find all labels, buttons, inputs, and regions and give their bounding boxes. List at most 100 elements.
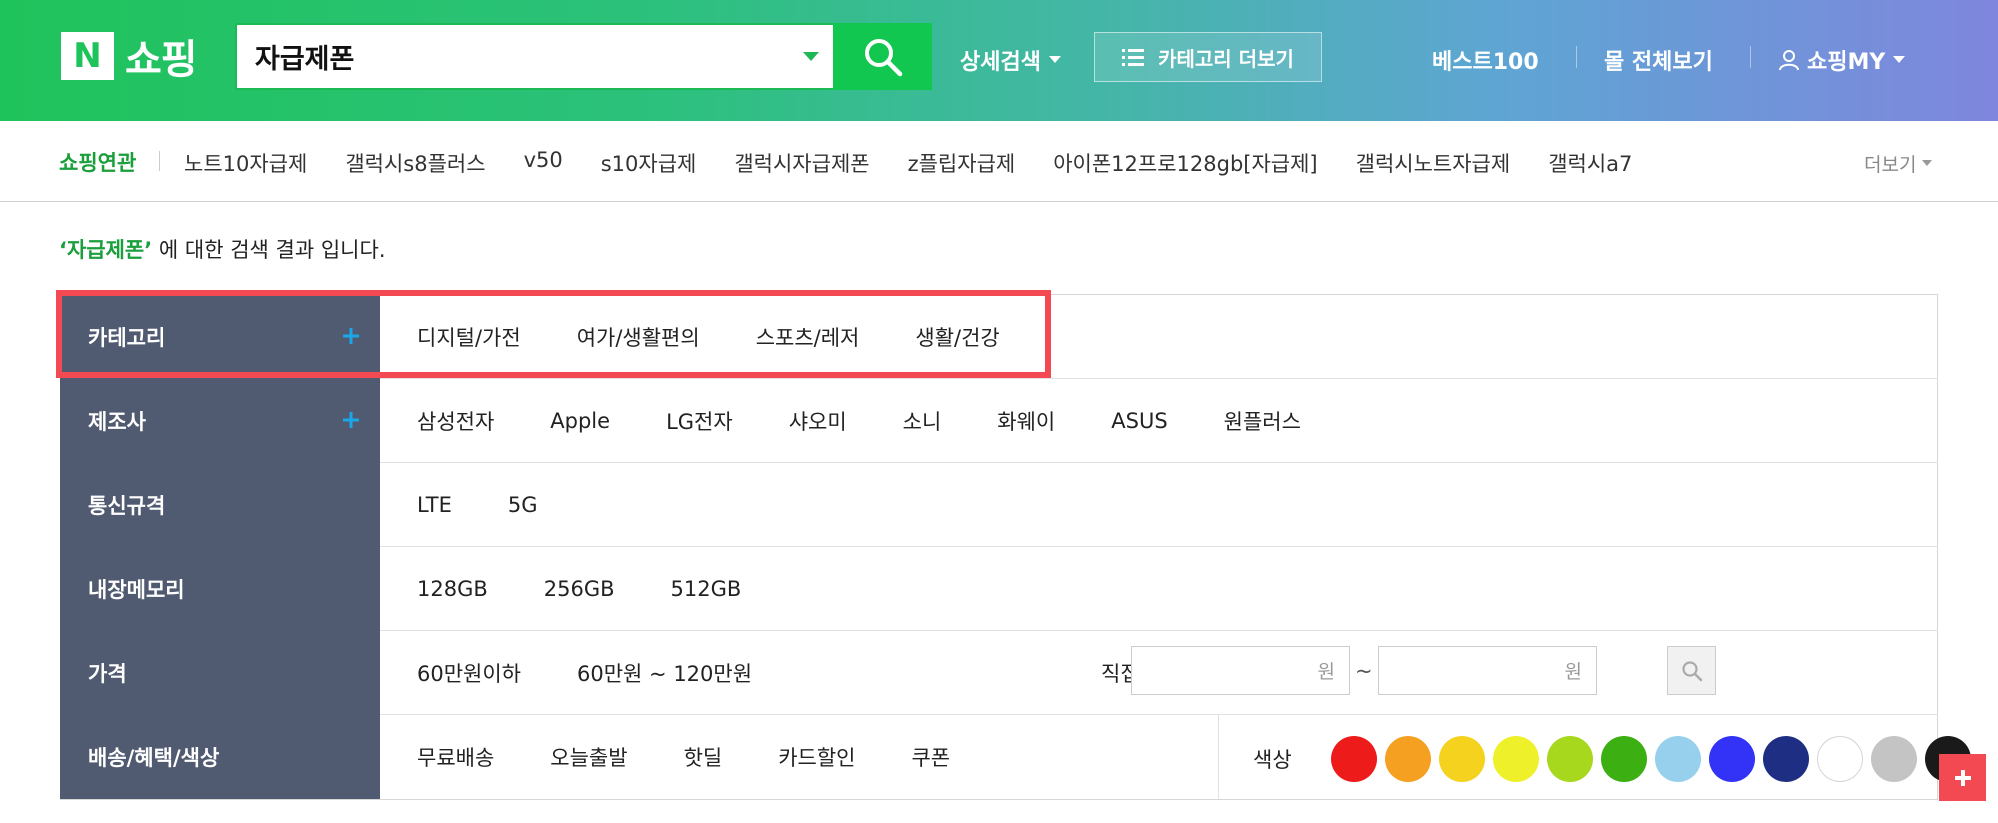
color-filter: 색상 <box>1218 715 1971 799</box>
filter-label-text: 가격 <box>88 662 127 686</box>
related-keyword[interactable]: 갤럭시s8플러스 <box>345 148 485 178</box>
filter-option[interactable]: LTE <box>417 493 452 517</box>
related-keywords-bar: 쇼핑연관 노트10자급제 갤럭시s8플러스 v50 s10자급제 갤럭시자급제폰… <box>0 121 1998 202</box>
filter-option[interactable]: 5G <box>508 493 538 517</box>
filter-option[interactable]: 디지털/가전 <box>417 322 521 352</box>
user-icon <box>1779 50 1799 71</box>
plus-icon[interactable] <box>336 321 366 351</box>
filter-option[interactable]: 쿠폰 <box>911 742 950 772</box>
filter-option[interactable]: 핫딜 <box>684 742 723 772</box>
price-max-input[interactable]: 원 <box>1378 646 1597 695</box>
divider <box>1576 46 1577 68</box>
color-swatch-green[interactable] <box>1601 736 1647 782</box>
filter-row-maker: 제조사 삼성전자 Apple LG전자 샤오미 소니 화웨이 ASUS 원플러스 <box>60 379 1938 463</box>
filter-label-text: 통신규격 <box>88 494 166 518</box>
filter-option[interactable]: LG전자 <box>666 406 733 436</box>
color-swatch-navy[interactable] <box>1763 736 1809 782</box>
advanced-search-link[interactable]: 상세검색 <box>960 44 1061 76</box>
chevron-down-icon[interactable] <box>796 45 826 69</box>
filter-option[interactable]: 512GB <box>671 577 742 601</box>
divider <box>159 151 160 171</box>
filter-options: 무료배송 오늘출발 핫딜 카드할인 쿠폰 <box>380 715 1006 799</box>
search-input[interactable] <box>255 25 795 88</box>
price-unit: 원 <box>1317 661 1335 683</box>
related-keyword[interactable]: 갤럭시자급제폰 <box>734 148 869 178</box>
color-swatch-lime[interactable] <box>1547 736 1593 782</box>
filter-option[interactable]: 카드할인 <box>778 742 855 772</box>
filter-option[interactable]: 화웨이 <box>997 406 1055 436</box>
related-title: 쇼핑연관 <box>59 151 137 175</box>
price-search-button[interactable] <box>1667 646 1716 695</box>
related-more-button[interactable]: 더보기 <box>1864 150 1933 177</box>
filter-option[interactable]: 스포츠/레저 <box>756 322 860 352</box>
filter-option[interactable]: 60만원이하 <box>417 658 521 688</box>
my-shopping-label: 쇼핑MY <box>1807 50 1886 75</box>
filter-label-network: 통신규격 <box>60 463 380 547</box>
filter-option[interactable]: 생활/건강 <box>915 322 999 352</box>
color-swatch-orange[interactable] <box>1385 736 1431 782</box>
filter-option[interactable]: 60만원 ~ 120만원 <box>577 658 752 688</box>
category-more-button[interactable]: 카테고리 더보기 <box>1094 32 1322 82</box>
all-malls-link[interactable]: 몰 전체보기 <box>1604 44 1713 76</box>
related-keyword[interactable]: s10자급제 <box>601 148 697 178</box>
naver-logo-icon: N <box>61 32 114 80</box>
filter-row-category: 카테고리 디지털/가전 여가/생활편의 스포츠/레저 생활/건강 <box>60 295 1938 379</box>
related-keyword[interactable]: 노트10자급제 <box>184 148 307 178</box>
filter-row-delivery: 배송/혜택/색상 무료배송 오늘출발 핫딜 카드할인 쿠폰 색상 <box>60 715 1971 799</box>
related-keyword-list: 노트10자급제 갤럭시s8플러스 v50 s10자급제 갤럭시자급제폰 z플립자… <box>184 148 1670 178</box>
related-keyword[interactable]: 아이폰12프로128gb[자급제] <box>1053 148 1317 178</box>
divider <box>1750 46 1751 68</box>
filter-option[interactable]: ASUS <box>1111 409 1167 433</box>
color-swatch-blue[interactable] <box>1709 736 1755 782</box>
related-keyword[interactable]: v50 <box>524 148 563 178</box>
search-result-text: ‘자급제폰’ 에 대한 검색 결과 입니다. <box>59 234 386 264</box>
filter-option[interactable]: 여가/생활편의 <box>577 322 700 352</box>
filter-label-maker: 제조사 <box>60 379 380 463</box>
related-keyword[interactable]: z플립자급제 <box>908 148 1016 178</box>
search-box <box>235 23 932 90</box>
filter-option[interactable]: Apple <box>550 409 610 433</box>
filter-label-price: 가격 <box>60 631 380 715</box>
naver-shopping-logo[interactable]: N 쇼핑 <box>61 32 198 83</box>
price-min-input[interactable]: 원 <box>1131 646 1350 695</box>
chevron-down-icon <box>1048 56 1061 63</box>
filter-option[interactable]: 소니 <box>903 406 942 436</box>
related-keyword[interactable]: 갤럭시a7 <box>1548 148 1632 178</box>
filter-label-text: 배송/혜택/색상 <box>88 746 220 770</box>
best100-link[interactable]: 베스트100 <box>1432 44 1539 76</box>
color-swatch-sky[interactable] <box>1655 736 1701 782</box>
filter-option[interactable]: 샤오미 <box>789 406 847 436</box>
filter-option[interactable]: 오늘출발 <box>550 742 627 772</box>
color-swatch-gray[interactable] <box>1871 736 1917 782</box>
filter-option[interactable]: 256GB <box>544 577 615 601</box>
filter-option[interactable]: 삼성전자 <box>417 406 494 436</box>
filter-row-memory: 내장메모리 128GB 256GB 512GB <box>60 547 1938 631</box>
filter-row-price: 가격 60만원이하 60만원 ~ 120만원 직접입력 원 ~ 원 <box>60 631 1938 715</box>
floating-add-button[interactable] <box>1939 754 1986 801</box>
my-shopping-link[interactable]: 쇼핑MY <box>1778 44 1906 76</box>
search-button[interactable] <box>833 23 932 90</box>
result-suffix: 에 대한 검색 결과 입니다. <box>152 238 386 262</box>
filter-option[interactable]: 무료배송 <box>417 742 494 772</box>
logo-text: 쇼핑 <box>125 37 198 83</box>
related-more-label: 더보기 <box>1864 154 1917 176</box>
color-swatch-yellow[interactable] <box>1493 736 1539 782</box>
filter-options: 디지털/가전 여가/생활편의 스포츠/레저 생활/건강 <box>380 295 1056 379</box>
related-keyword[interactable]: 갤럭시노트자급제 <box>1356 148 1511 178</box>
category-more-label: 카테고리 더보기 <box>1158 46 1294 71</box>
color-swatch-red[interactable] <box>1331 736 1377 782</box>
price-range-separator: ~ <box>1355 659 1373 683</box>
plus-icon[interactable] <box>336 405 366 435</box>
color-swatch-white[interactable] <box>1817 736 1863 782</box>
filter-option[interactable]: 128GB <box>417 577 488 601</box>
filter-option[interactable]: 원플러스 <box>1224 406 1301 436</box>
filter-label-text: 카테고리 <box>88 326 166 350</box>
top-header: N 쇼핑 상세검색 카테고리 더보기 베스트100 몰 전체보기 쇼핑MY <box>0 0 1998 121</box>
chevron-down-icon <box>1893 56 1906 63</box>
filter-label-memory: 내장메모리 <box>60 547 380 631</box>
color-swatch-gold[interactable] <box>1439 736 1485 782</box>
filter-table: 카테고리 디지털/가전 여가/생활편의 스포츠/레저 생활/건강 제조사 삼성전… <box>60 294 1971 800</box>
filter-options: 삼성전자 Apple LG전자 샤오미 소니 화웨이 ASUS 원플러스 <box>380 379 1357 463</box>
color-label: 색상 <box>1253 748 1292 772</box>
filter-label-text: 내장메모리 <box>88 578 185 602</box>
